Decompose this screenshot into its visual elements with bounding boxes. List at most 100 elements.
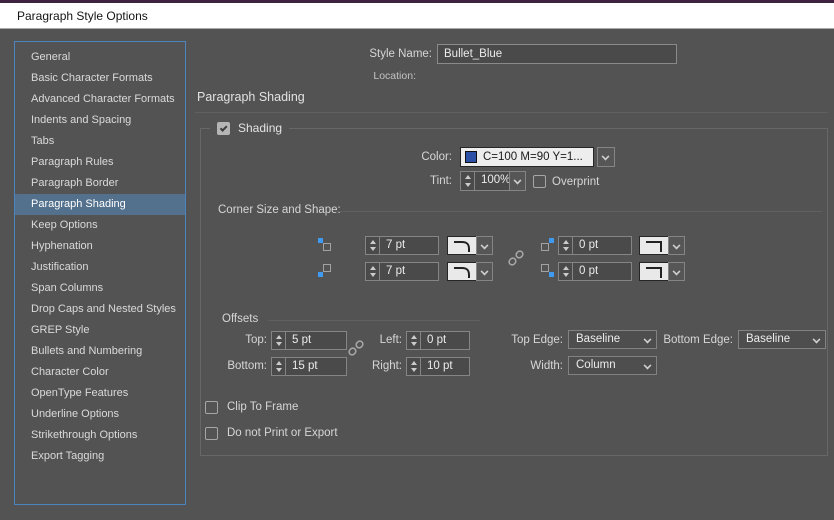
top-edge-dropdown[interactable]: Baseline: [568, 330, 657, 349]
caret-up-icon: [465, 175, 471, 179]
sidebar-item-drop-caps-nested-styles[interactable]: Drop Caps and Nested Styles: [15, 299, 185, 320]
corner-bottom-right-stepper[interactable]: [558, 262, 573, 281]
offset-top-label: Top:: [245, 334, 267, 346]
clip-to-frame-label: Clip To Frame: [227, 401, 299, 413]
title-bar: Paragraph Style Options: [0, 0, 834, 29]
rounded-corner-icon: [454, 241, 470, 252]
unlink-icon[interactable]: [508, 250, 524, 266]
square-corner-icon: [646, 241, 662, 252]
shading-legend: Shading: [210, 120, 290, 136]
sidebar-item-justification[interactable]: Justification: [15, 257, 185, 278]
style-name-input[interactable]: [437, 44, 677, 64]
corner-section-line: [335, 211, 822, 212]
sidebar-item-paragraph-shading[interactable]: Paragraph Shading: [15, 194, 185, 215]
top-edge-value: Baseline: [576, 333, 621, 345]
clip-to-frame-checkbox[interactable]: [205, 401, 218, 414]
caret-down-icon: [370, 247, 376, 251]
location-label: Location:: [373, 70, 416, 82]
corner-top-right-field[interactable]: 0 pt: [572, 236, 632, 255]
chevron-down-icon: [601, 152, 610, 161]
sidebar-item-advanced-character-formats[interactable]: Advanced Character Formats: [15, 89, 185, 110]
offset-top-stepper[interactable]: [271, 331, 286, 350]
bottom-edge-dropdown[interactable]: Baseline: [738, 330, 826, 349]
color-swatch-icon: [465, 151, 477, 163]
color-dropdown[interactable]: C=100 M=90 Y=1...: [460, 147, 594, 167]
caret-down-icon: [465, 183, 471, 187]
corner-section-title: Corner Size and Shape:: [218, 204, 341, 216]
offset-left-field[interactable]: 0 pt: [420, 331, 470, 350]
offset-right-field[interactable]: 10 pt: [420, 357, 470, 376]
corner-bottom-right-shape-button[interactable]: [639, 262, 669, 281]
check-icon: [219, 123, 228, 131]
corner-top-left-stepper[interactable]: [365, 236, 380, 255]
corner-bottom-right-icon: [541, 264, 554, 277]
sidebar-item-basic-character-formats[interactable]: Basic Character Formats: [15, 68, 185, 89]
offset-left-label: Left:: [379, 334, 402, 346]
corner-bottom-right-field[interactable]: 0 pt: [572, 262, 632, 281]
caret-down-icon: [563, 247, 569, 251]
corner-bottom-left-shape-button[interactable]: [447, 262, 477, 281]
paragraph-style-options-dialog: Paragraph Style Options General Basic Ch…: [0, 0, 834, 520]
sidebar-item-hyphenation[interactable]: Hyphenation: [15, 236, 185, 257]
top-edge-label: Top Edge:: [511, 334, 563, 346]
caret-up-icon: [563, 240, 569, 244]
width-dropdown[interactable]: Column: [568, 356, 657, 375]
sidebar-item-tabs[interactable]: Tabs: [15, 131, 185, 152]
sidebar-item-paragraph-border[interactable]: Paragraph Border: [15, 173, 185, 194]
sidebar-item-indents-and-spacing[interactable]: Indents and Spacing: [15, 110, 185, 131]
offset-bottom-label: Bottom:: [227, 360, 267, 372]
rounded-corner-icon: [454, 267, 470, 278]
sidebar-item-paragraph-rules[interactable]: Paragraph Rules: [15, 152, 185, 173]
sidebar-item-underline-options[interactable]: Underline Options: [15, 404, 185, 425]
corner-top-right-shape-button[interactable]: [639, 236, 669, 255]
corner-bottom-left-shape-dropdown[interactable]: [476, 262, 493, 281]
offset-right-stepper[interactable]: [406, 357, 421, 376]
corner-top-left-shape-button[interactable]: [447, 236, 477, 255]
color-dropdown-button[interactable]: [597, 147, 615, 167]
corner-top-right-shape-dropdown[interactable]: [668, 236, 685, 255]
corner-top-left-field[interactable]: 7 pt: [379, 236, 439, 255]
chevron-down-icon: [513, 176, 521, 185]
sidebar-item-general[interactable]: General: [15, 47, 185, 68]
style-name-label: Style Name:: [369, 48, 432, 60]
heading-separator: [195, 112, 828, 113]
corner-top-left-shape-dropdown[interactable]: [476, 236, 493, 255]
sidebar-item-strikethrough-options[interactable]: Strikethrough Options: [15, 425, 185, 446]
tint-field[interactable]: 100%: [474, 171, 510, 191]
tint-stepper[interactable]: [460, 171, 475, 191]
offset-left-stepper[interactable]: [406, 331, 421, 350]
square-corner-icon: [646, 267, 662, 278]
sidebar-item-opentype-features[interactable]: OpenType Features: [15, 383, 185, 404]
corner-top-right-stepper[interactable]: [558, 236, 573, 255]
corner-bottom-left-stepper[interactable]: [365, 262, 380, 281]
corner-top-right-icon: [541, 238, 554, 251]
tint-dropdown-button[interactable]: [509, 171, 526, 191]
corner-bottom-left-field[interactable]: 7 pt: [379, 262, 439, 281]
offset-right-label: Right:: [371, 360, 402, 372]
corner-top-left-icon: [318, 238, 331, 251]
width-label: Width:: [530, 360, 563, 372]
window-title: Paragraph Style Options: [17, 9, 148, 23]
color-label: Color:: [421, 151, 452, 163]
shading-checkbox[interactable]: [217, 121, 230, 135]
sidebar-item-grep-style[interactable]: GREP Style: [15, 320, 185, 341]
caret-up-icon: [370, 266, 376, 270]
sidebar-item-keep-options[interactable]: Keep Options: [15, 215, 185, 236]
chevron-down-icon: [643, 361, 652, 370]
offsets-section-title: Offsets: [222, 313, 259, 325]
do-not-print-checkbox[interactable]: [205, 427, 218, 440]
sidebar-item-export-tagging[interactable]: Export Tagging: [15, 446, 185, 467]
overprint-checkbox[interactable]: [533, 175, 546, 188]
sidebar-item-character-color[interactable]: Character Color: [15, 362, 185, 383]
color-value: C=100 M=90 Y=1...: [483, 151, 583, 163]
caret-down-icon: [370, 273, 376, 277]
corner-bottom-right-shape-dropdown[interactable]: [668, 262, 685, 281]
style-options-sidebar: General Basic Character Formats Advanced…: [14, 41, 186, 505]
overprint-label: Overprint: [552, 176, 600, 188]
offset-bottom-stepper[interactable]: [271, 357, 286, 376]
sidebar-item-bullets-and-numbering[interactable]: Bullets and Numbering: [15, 341, 185, 362]
chevron-down-icon: [812, 335, 821, 344]
corner-bottom-left-icon: [318, 264, 331, 277]
caret-up-icon: [563, 266, 569, 270]
sidebar-item-span-columns[interactable]: Span Columns: [15, 278, 185, 299]
